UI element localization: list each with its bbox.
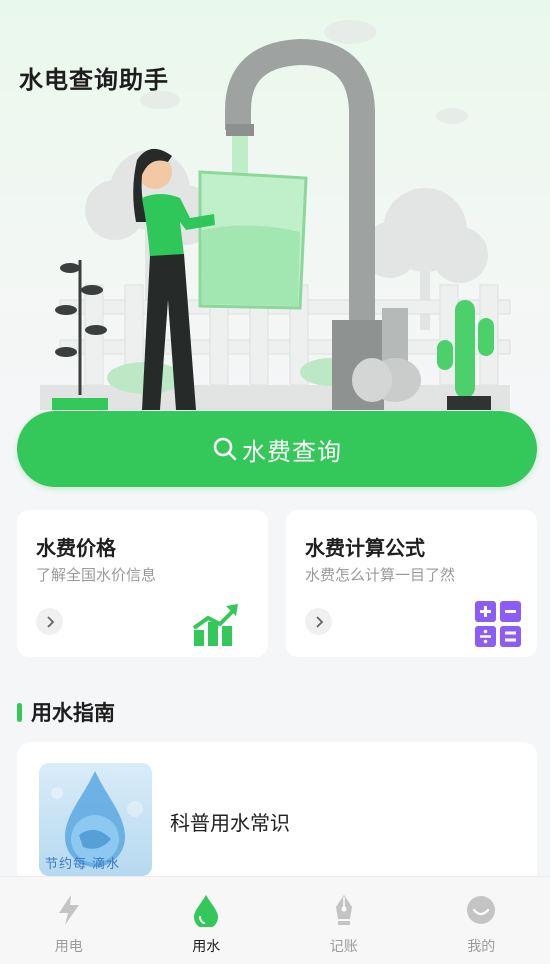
tab-water[interactable]: 用水 [138,877,276,964]
card-title: 水费计算公式 [305,532,425,561]
card-subtitle: 水费怎么计算一目了然 [305,564,455,585]
tab-profile[interactable]: 我的 [413,877,550,964]
thumbnail-caption: 节约每 滴水 [45,853,120,872]
pen-nib-icon [328,893,360,927]
tab-label: 记账 [275,936,413,956]
guide-item-title: 科普用水常识 [170,807,290,836]
calculator-icon [474,600,522,648]
chevron-right-icon[interactable] [36,608,63,635]
section-title-text: 用水指南 [31,697,115,727]
tab-label: 用水 [138,936,276,956]
tab-label: 我的 [413,936,550,956]
water-fee-query-button[interactable]: 水费查询 [17,411,537,487]
search-icon [212,436,238,462]
hero-banner: 水电查询助手 [0,0,550,430]
chart-up-icon [192,600,240,648]
water-drop-thumbnail: 节约每 滴水 [39,763,152,876]
card-title: 水费价格 [36,532,116,561]
tab-label: 用电 [0,936,138,956]
water-drop-icon [190,893,222,927]
guide-section-title: 用水指南 [17,699,115,725]
section-accent-bar [17,703,22,722]
card-subtitle: 了解全国水价信息 [36,564,156,585]
query-button-label: 水费查询 [242,432,342,467]
bottom-tab-bar: 用电 用水 记账 我的 [0,876,550,964]
tab-accounting[interactable]: 记账 [275,877,413,964]
water-formula-card[interactable]: 水费计算公式 水费怎么计算一目了然 [286,510,537,657]
tab-electricity[interactable]: 用电 [0,877,138,964]
lightning-icon [53,893,85,927]
smile-icon [465,893,497,927]
water-price-card[interactable]: 水费价格 了解全国水价信息 [17,510,268,657]
chevron-right-icon[interactable] [305,608,332,635]
app-title: 水电查询助手 [19,60,169,95]
